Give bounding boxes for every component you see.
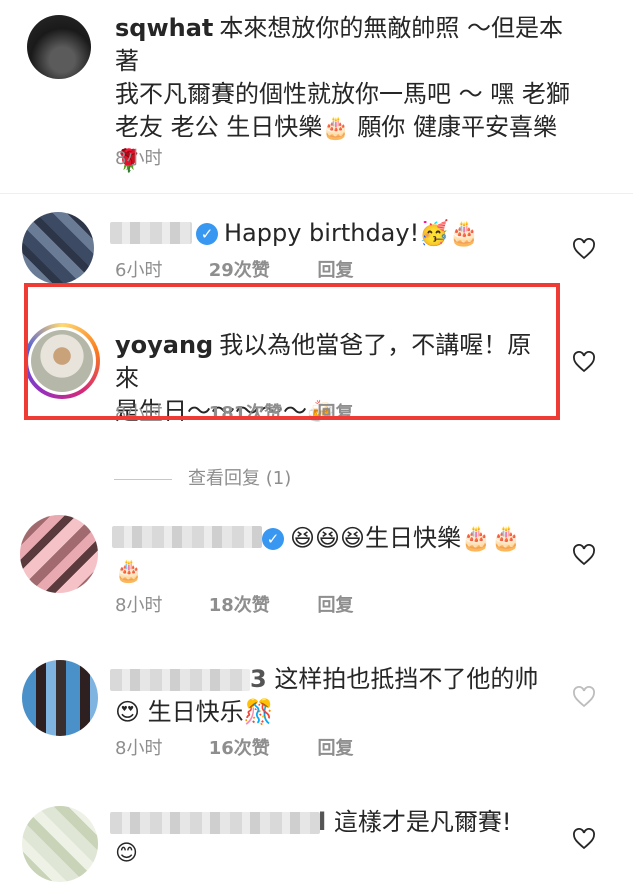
like-heart-icon[interactable]	[572, 544, 596, 566]
comment-meta: 6小时 29次赞 回复	[115, 259, 353, 283]
avatar[interactable]	[27, 15, 91, 79]
comment-text: l 這樣才是凡爾賽!	[318, 808, 512, 836]
avatar[interactable]	[22, 660, 98, 736]
comment-username[interactable]: sqwhat	[115, 14, 213, 42]
cake-emoji: 🎂	[115, 559, 143, 584]
like-count[interactable]: 16次赞	[209, 737, 312, 761]
verified-badge-icon: ✓	[196, 223, 218, 245]
highlight-box	[24, 283, 560, 420]
comment-meta: 8小时 16次赞 回复	[115, 737, 353, 761]
view-replies-line	[114, 478, 172, 480]
divider	[0, 193, 633, 194]
reply-button[interactable]: 回复	[317, 594, 353, 618]
cake-emoji: 🎂	[322, 116, 350, 141]
comment-text-wrap: 🎂	[115, 554, 142, 587]
comment-text-wrap: 😍 生日快乐🎊	[115, 698, 274, 726]
comment-text-wrap: 😊	[115, 836, 138, 869]
verified-badge-icon: ✓	[262, 528, 284, 550]
blurred-username[interactable]	[110, 812, 320, 834]
comment-text: 3 这样拍也抵挡不了他的帅	[250, 665, 539, 693]
comment-meta: 8小时 18次赞 回复	[115, 594, 353, 618]
comment-time: 8小时	[115, 738, 163, 759]
comment-time: 6小时	[115, 260, 163, 281]
like-heart-icon[interactable]	[572, 238, 596, 260]
like-count[interactable]: 29次赞	[209, 259, 312, 283]
reply-button[interactable]: 回复	[317, 737, 353, 761]
comment-username-tail: l	[318, 808, 327, 836]
like-count[interactable]: 18次赞	[209, 594, 312, 618]
comment-text: sqwhat 本來想放你的無敵帥照 ～但是本著 我不凡爾賽的個性就放你一馬吧 ～ …	[115, 14, 570, 174]
avatar[interactable]	[22, 212, 94, 284]
like-heart-icon[interactable]	[572, 351, 596, 373]
avatar[interactable]	[22, 806, 98, 882]
avatar[interactable]	[20, 515, 98, 593]
comment-username-tail: 3	[250, 665, 267, 693]
comment-time: 8小时	[115, 148, 163, 169]
view-replies-button[interactable]: 查看回复 (1)	[114, 464, 291, 490]
blurred-username[interactable]	[112, 526, 262, 548]
comment-text: ✓ 😆😆😆生日快樂🎂🎂	[258, 522, 521, 555]
smile-emoji: 😊	[115, 841, 138, 866]
like-heart-icon[interactable]	[572, 828, 596, 850]
comment-time: 8小时	[115, 595, 163, 616]
comment-meta: 8小时	[115, 147, 162, 171]
comment-text: ✓ Happy birthday!🥳🎂	[192, 217, 479, 250]
blurred-username[interactable]	[110, 669, 250, 691]
reply-button[interactable]: 回复	[317, 259, 353, 283]
like-heart-icon[interactable]	[572, 686, 596, 708]
blurred-username[interactable]	[110, 222, 192, 244]
